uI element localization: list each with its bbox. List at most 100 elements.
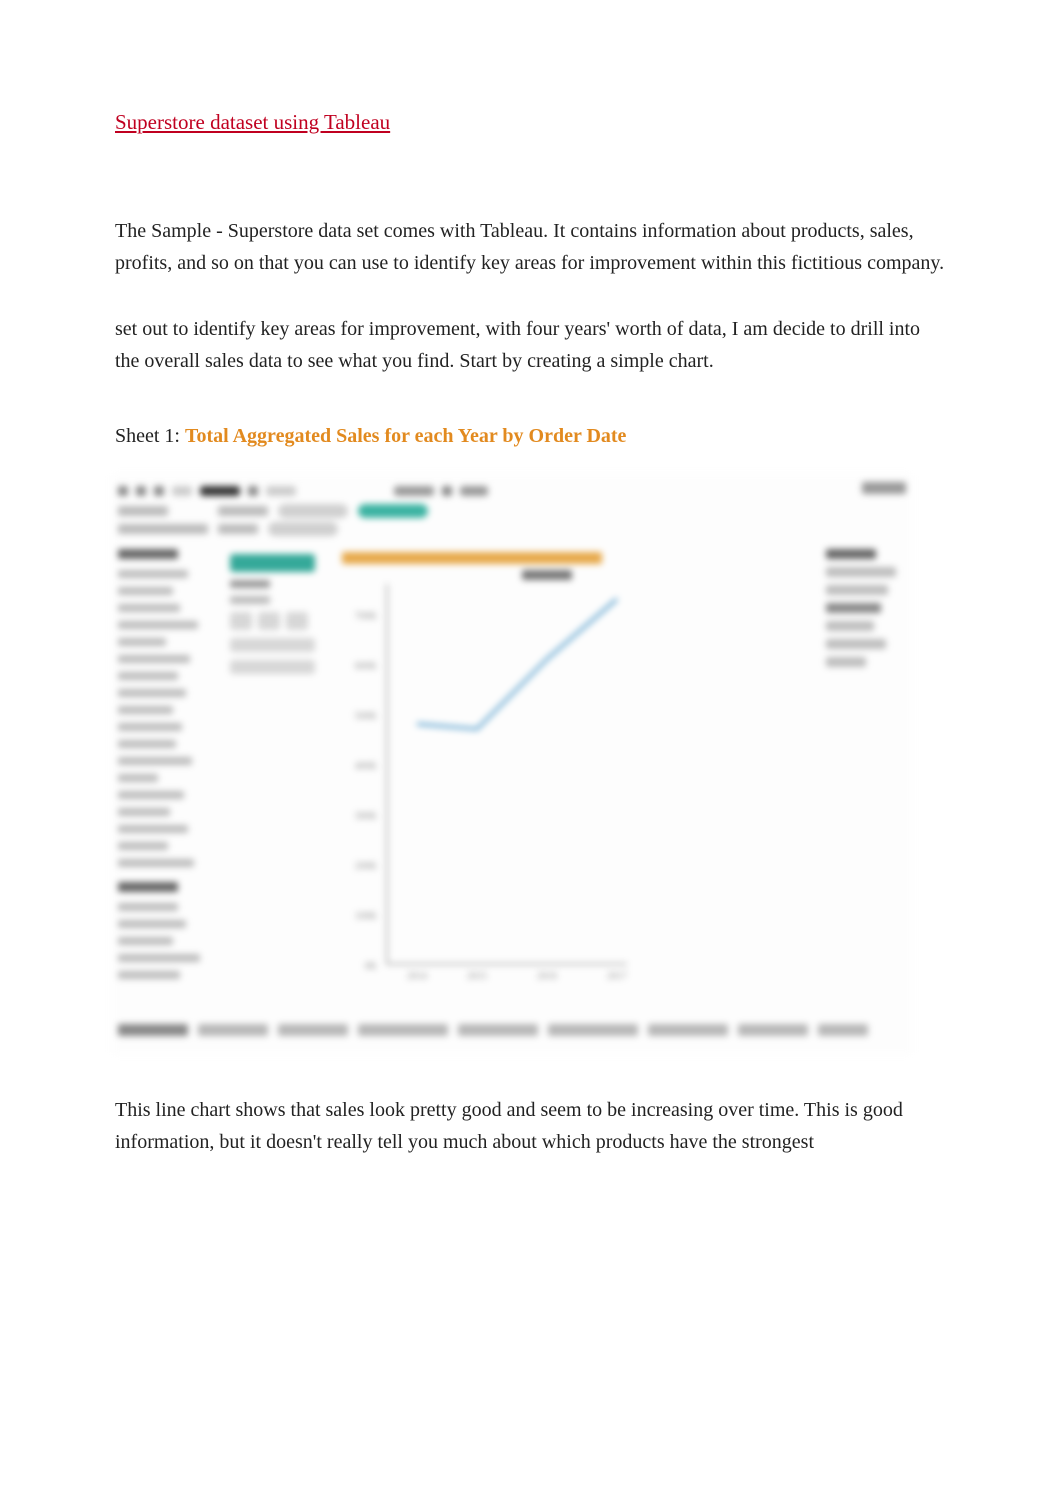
panel-row bbox=[826, 603, 881, 613]
sheet-tab bbox=[278, 1024, 348, 1036]
rows-pill-sales bbox=[268, 522, 338, 536]
x-tick: 2015 bbox=[467, 971, 487, 982]
document-title-link[interactable]: Superstore dataset using Tableau bbox=[115, 110, 947, 135]
toolbar-icon bbox=[154, 486, 164, 496]
data-field bbox=[118, 587, 173, 595]
show-me-button bbox=[862, 482, 906, 494]
sales-line bbox=[417, 599, 617, 729]
y-tick: 100K bbox=[355, 911, 378, 922]
toolbar-icon bbox=[172, 486, 192, 496]
data-field bbox=[118, 757, 192, 765]
marks-tooltip bbox=[230, 660, 315, 674]
mark-type-dropdown bbox=[230, 554, 315, 572]
columns-label bbox=[218, 506, 268, 516]
color-icon bbox=[230, 612, 252, 630]
intro-paragraph-1: The Sample - Superstore data set comes w… bbox=[115, 215, 947, 279]
marks-label bbox=[230, 580, 270, 588]
chart-title-bar bbox=[342, 552, 602, 564]
toolbar-icon bbox=[266, 486, 296, 496]
data-field bbox=[118, 937, 173, 945]
tableau-screenshot: 0K 100K 200K 300K 400K 500K 600K 700K 20… bbox=[112, 474, 912, 1054]
measures-header bbox=[118, 882, 178, 892]
line-chart: 0K 100K 200K 300K 400K 500K 600K 700K 20… bbox=[347, 574, 827, 994]
data-field bbox=[118, 859, 194, 867]
toolbar-text bbox=[394, 486, 434, 496]
rows-label bbox=[218, 524, 258, 534]
sheet-tab bbox=[198, 1024, 268, 1036]
size-icon bbox=[258, 612, 280, 630]
y-tick: 0K bbox=[365, 961, 378, 972]
toolbar-icon bbox=[200, 486, 240, 496]
y-tick: 700K bbox=[355, 611, 378, 622]
y-tick: 400K bbox=[355, 761, 378, 772]
sheet-tab bbox=[738, 1024, 808, 1036]
sheet-tab bbox=[458, 1024, 538, 1036]
data-field bbox=[118, 689, 186, 697]
data-field bbox=[118, 706, 173, 714]
shelves bbox=[118, 504, 906, 540]
data-field bbox=[118, 638, 166, 646]
columns-pill-orderdate bbox=[358, 504, 428, 518]
data-field bbox=[118, 808, 170, 816]
data-pane-header bbox=[118, 549, 178, 559]
data-pane bbox=[118, 549, 218, 979]
sheet-tab bbox=[818, 1024, 868, 1036]
data-field bbox=[118, 971, 180, 979]
filters-label bbox=[118, 524, 208, 534]
x-tick: 2014 bbox=[407, 971, 427, 982]
sheet-tab bbox=[648, 1024, 728, 1036]
marks-icons-row bbox=[230, 612, 330, 630]
y-tick: 300K bbox=[355, 811, 378, 822]
label-icon bbox=[286, 612, 308, 630]
columns-shelf bbox=[118, 504, 906, 518]
x-tick: 2016 bbox=[537, 971, 557, 982]
data-field bbox=[118, 903, 178, 911]
data-field bbox=[118, 954, 200, 962]
data-field bbox=[118, 723, 182, 731]
panel-row bbox=[826, 567, 896, 577]
data-field bbox=[118, 740, 176, 748]
toolbar-icon bbox=[442, 486, 452, 496]
sheet-title: Total Aggregated Sales for each Year by … bbox=[185, 425, 626, 447]
sheet-tab bbox=[358, 1024, 448, 1036]
data-field bbox=[118, 570, 188, 578]
intro-paragraph-2: set out to identify key areas for improv… bbox=[115, 313, 947, 377]
panel-row bbox=[826, 585, 888, 595]
panel-row bbox=[826, 657, 866, 667]
y-tick: 600K bbox=[355, 661, 378, 672]
chart-caption: This line chart shows that sales look pr… bbox=[115, 1094, 947, 1158]
marks-card bbox=[230, 554, 330, 674]
data-field bbox=[118, 621, 198, 629]
panel-row bbox=[826, 639, 886, 649]
x-tick: 2017 bbox=[607, 971, 627, 982]
data-field bbox=[118, 604, 180, 612]
toolbar-text bbox=[460, 486, 488, 496]
toolbar-icon bbox=[136, 486, 146, 496]
data-field bbox=[118, 825, 188, 833]
panel-row bbox=[826, 621, 874, 631]
pages-label bbox=[118, 506, 168, 516]
data-field bbox=[118, 774, 158, 782]
marks-detail bbox=[230, 638, 315, 652]
y-tick: 200K bbox=[355, 861, 378, 872]
data-field bbox=[118, 920, 186, 928]
data-field bbox=[118, 655, 190, 663]
data-field bbox=[118, 842, 168, 850]
y-tick: 500K bbox=[355, 711, 378, 722]
columns-pill-empty bbox=[278, 504, 348, 518]
sheet-tab bbox=[118, 1024, 188, 1036]
sheet-tabs bbox=[118, 1014, 906, 1046]
toolbar-icon bbox=[118, 486, 128, 496]
chart-svg: 0K 100K 200K 300K 400K 500K 600K 700K 20… bbox=[347, 574, 827, 994]
marks-sublabel bbox=[230, 596, 270, 604]
data-field bbox=[118, 791, 184, 799]
show-me-panel bbox=[826, 549, 906, 667]
panel-header bbox=[826, 549, 876, 559]
data-field bbox=[118, 672, 178, 680]
sheet-prefix: Sheet 1: bbox=[115, 425, 185, 447]
tableau-toolbar bbox=[118, 482, 906, 500]
sheet-heading: Sheet 1: Total Aggregated Sales for each… bbox=[115, 425, 947, 448]
toolbar-icon bbox=[248, 486, 258, 496]
sheet-tab bbox=[548, 1024, 638, 1036]
rows-shelf bbox=[118, 522, 906, 536]
